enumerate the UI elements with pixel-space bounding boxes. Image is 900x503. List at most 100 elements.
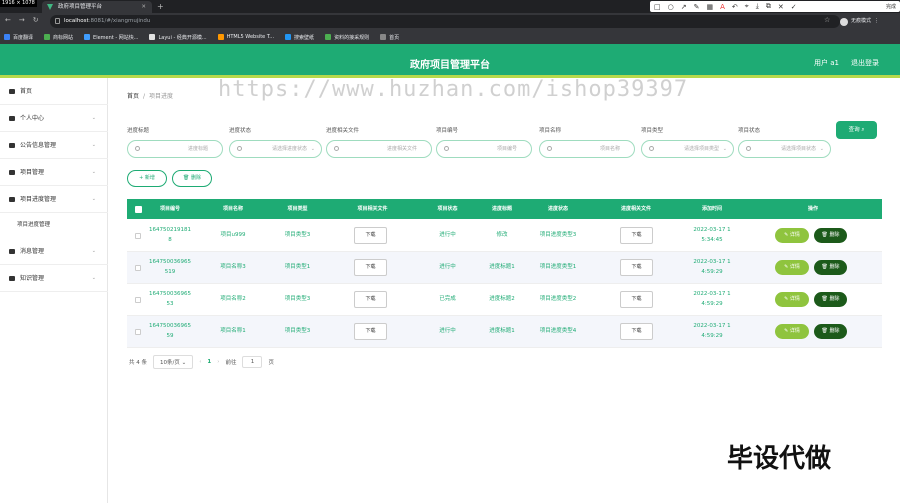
edit-icon: ✎ xyxy=(784,296,789,302)
mosaic-tool-icon[interactable]: ▦ xyxy=(706,3,713,11)
pen-tool-icon[interactable]: ✎ xyxy=(694,3,700,11)
bookmark-item[interactable]: Layui - 经典开源模... xyxy=(149,34,207,41)
bulk-delete-button[interactable]: 🗑 删除 xyxy=(172,170,212,187)
back-icon[interactable]: ← xyxy=(5,16,11,24)
sidebar-item[interactable]: 项目进度管理 xyxy=(0,212,108,239)
sidebar-item[interactable]: 公告信息管理 ⌄ xyxy=(0,132,108,159)
select-all-checkbox[interactable] xyxy=(135,206,142,213)
query-button[interactable]: 查询 ⌕ xyxy=(836,121,877,139)
goto-input[interactable]: 1 xyxy=(242,356,263,368)
download-project-file-button[interactable]: 下载 xyxy=(354,227,387,244)
page-size-select[interactable]: 10条/页 ⌄ xyxy=(153,355,194,369)
bookmark-item[interactable]: 商标网站 xyxy=(44,34,73,41)
undo-icon[interactable]: ↶ xyxy=(732,3,738,11)
detail-button[interactable]: ✎ 详情 xyxy=(775,260,809,275)
confirm-capture-icon[interactable]: ✓ xyxy=(791,3,797,11)
download-project-file-button[interactable]: 下载 xyxy=(354,323,387,340)
filter-label: 项目名称 xyxy=(539,128,562,134)
bookmark-item[interactable]: 资料的接采规则 xyxy=(325,34,369,41)
cell-project-type: 项目类型3 xyxy=(284,232,311,238)
capture-done-button[interactable]: 完成 xyxy=(886,3,900,10)
save-icon[interactable]: ⤓ xyxy=(756,2,759,11)
row-delete-button[interactable]: 🗑 删除 xyxy=(814,228,847,243)
filter-input[interactable]: 请选择项目状态 ⌄ xyxy=(738,140,831,158)
url-field[interactable]: localhost:8081/#/xiangmujindu xyxy=(50,15,840,28)
current-user: 用户 a1 xyxy=(814,59,839,67)
add-button[interactable]: + 新增 xyxy=(127,170,167,187)
filter-input[interactable]: 请选择项目类型 ⌄ xyxy=(641,140,734,158)
sidebar-item[interactable]: 知识管理 ⌄ xyxy=(0,265,108,292)
filter-input[interactable]: 项目名称 xyxy=(539,140,635,158)
bookmark-label: 搜索壁纸 xyxy=(294,34,315,41)
sidebar-item[interactable]: 个人中心 ⌄ xyxy=(0,105,108,132)
bookmark-favicon-icon xyxy=(380,34,387,40)
filter-label: 进度相关文件 xyxy=(326,128,360,134)
sidebar-item[interactable]: 首页 xyxy=(0,78,108,105)
detail-button[interactable]: ✎ 详情 xyxy=(775,292,809,307)
user-icon xyxy=(9,116,15,121)
row-delete-button[interactable]: 🗑 删除 xyxy=(814,292,847,307)
page-info-icon[interactable] xyxy=(55,18,60,24)
url-path: :8081/#/xiangmujindu xyxy=(88,18,151,24)
download-progress-file-button[interactable]: 下载 xyxy=(620,227,653,244)
download-progress-file-button[interactable]: 下载 xyxy=(620,259,653,276)
sidebar-item[interactable]: 项目进度管理 ⌄ xyxy=(0,186,108,213)
next-page-icon[interactable]: › xyxy=(217,359,219,365)
profile-button[interactable]: 无痕模式 ⋮ xyxy=(840,15,879,28)
cell-progress-status: 项目进度类型2 xyxy=(539,296,577,302)
bookmark-label: 商标网站 xyxy=(53,34,74,41)
search-icon xyxy=(649,146,654,151)
sidebar-item[interactable]: 项目管理 ⌄ xyxy=(0,159,108,186)
forward-icon[interactable]: → xyxy=(19,16,25,24)
close-tab-icon[interactable]: ✕ xyxy=(141,1,146,13)
detail-button[interactable]: ✎ 详情 xyxy=(775,228,809,243)
page-number[interactable]: 1 xyxy=(207,359,211,365)
cell-add-time: 4:59:29 xyxy=(701,333,723,339)
bookmark-item[interactable]: 首页 xyxy=(380,34,399,41)
sidebar-item[interactable]: 消息管理 ⌄ xyxy=(0,238,108,265)
rect-tool-icon[interactable]: □ xyxy=(654,3,661,11)
text-tool-icon[interactable]: A xyxy=(720,3,725,11)
home-icon xyxy=(9,89,15,94)
download-project-file-button[interactable]: 下载 xyxy=(354,291,387,308)
search-icon xyxy=(135,146,140,151)
bookmark-item[interactable]: Element - 网站快... xyxy=(84,34,138,41)
logout-link[interactable]: 退出登录 xyxy=(851,58,879,68)
filter-input[interactable]: 项目编号 xyxy=(436,140,532,158)
download-progress-file-button[interactable]: 下载 xyxy=(620,323,653,340)
filter-input[interactable]: 进度相关文件 xyxy=(326,140,432,158)
sidebar-item-label: 项目管理 xyxy=(20,169,45,176)
column-header: 项目相关文件 xyxy=(357,206,388,212)
row-checkbox[interactable] xyxy=(135,329,141,335)
row-delete-button[interactable]: 🗑 删除 xyxy=(814,260,847,275)
prev-page-icon[interactable]: ‹ xyxy=(199,359,201,365)
new-tab-icon[interactable]: + xyxy=(157,0,164,13)
download-project-file-button[interactable]: 下载 xyxy=(354,259,387,276)
menu-icon[interactable]: ⋮ xyxy=(874,15,879,28)
row-checkbox[interactable] xyxy=(135,297,141,303)
cell-progress-status: 项目进度类型1 xyxy=(539,264,577,270)
filter-input[interactable]: 进度标题 xyxy=(127,140,223,158)
bookmark-item[interactable]: 搜索壁纸 xyxy=(285,34,314,41)
bookmark-star-icon[interactable]: ☆ xyxy=(824,16,830,24)
cancel-capture-icon[interactable]: ✕ xyxy=(778,3,784,11)
row-delete-button[interactable]: 🗑 删除 xyxy=(814,324,847,339)
breadcrumb-home[interactable]: 首页 xyxy=(127,93,139,100)
detail-button[interactable]: ✎ 详情 xyxy=(775,324,809,339)
download-progress-file-button[interactable]: 下载 xyxy=(620,291,653,308)
filter-input[interactable]: 请选择进度状态 ⌄ xyxy=(229,140,322,158)
detail-label: 详情 xyxy=(789,264,800,270)
row-delete-label: 删除 xyxy=(829,264,840,270)
arrow-tool-icon[interactable]: ↗ xyxy=(681,3,687,11)
row-checkbox[interactable] xyxy=(135,233,141,239)
bookmark-item[interactable]: 百度翻译 xyxy=(4,34,33,41)
breadcrumb-current: 项目进度 xyxy=(149,93,174,100)
circle-tool-icon[interactable]: ○ xyxy=(668,3,674,11)
row-checkbox[interactable] xyxy=(135,265,141,271)
browser-tab[interactable]: 政府项目管理平台 ✕ xyxy=(42,1,152,13)
reload-icon[interactable]: ↻ xyxy=(33,16,39,24)
bookmark-item[interactable]: HTML5 Website T... xyxy=(217,34,274,40)
pin-icon[interactable]: ⌖ xyxy=(745,2,749,11)
copy-icon[interactable]: ⧉ xyxy=(766,2,771,11)
filter-placeholder: 进度标题 xyxy=(187,146,208,152)
